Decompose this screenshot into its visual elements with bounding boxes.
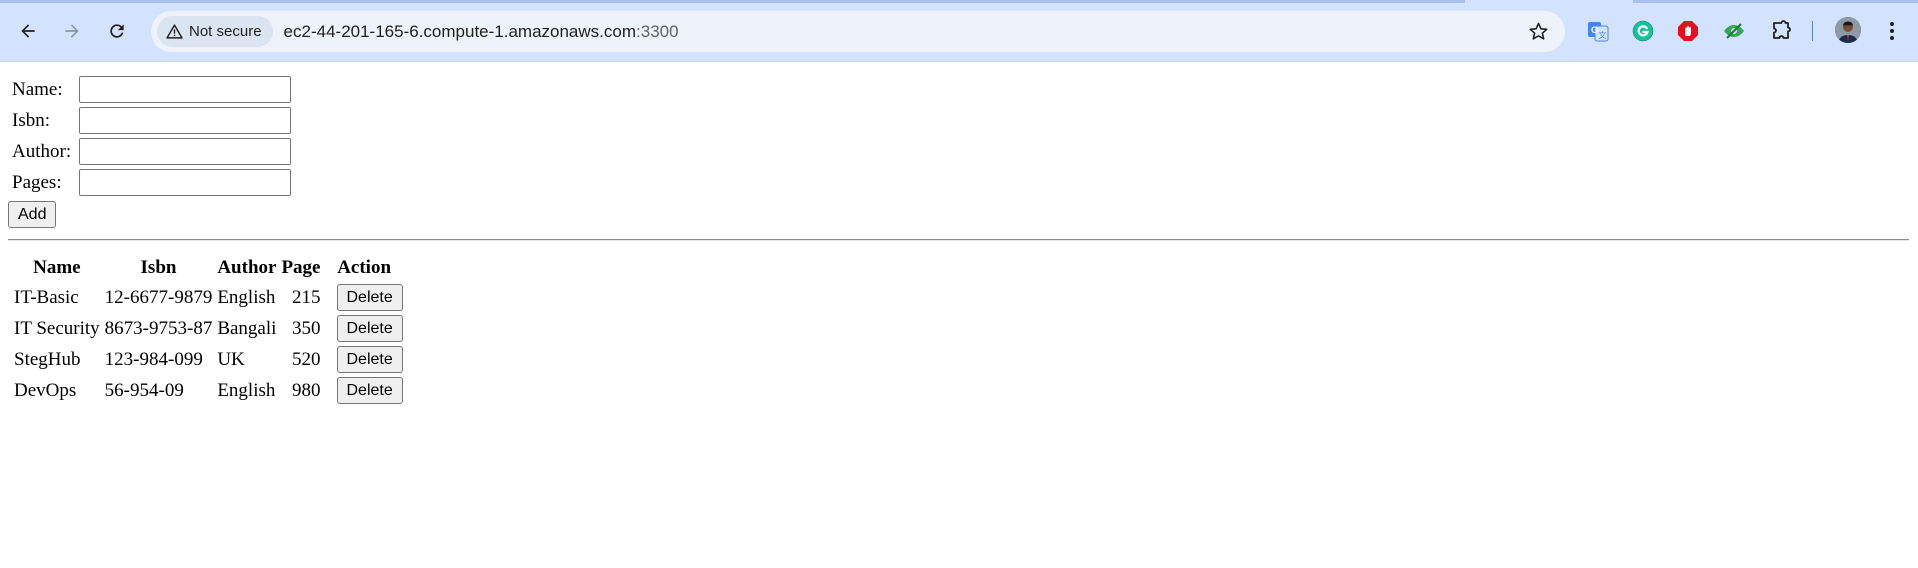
reload-icon bbox=[110, 24, 124, 38]
cell-author: English bbox=[217, 286, 276, 308]
adblock-extension[interactable] bbox=[1675, 18, 1701, 44]
address-bar[interactable]: Not secure ec2-44-201-165-6.compute-1.am… bbox=[151, 11, 1565, 52]
table-row: IT Security 8673-9753-87 Bangali 350 Del… bbox=[13, 314, 404, 343]
cell-name: DevOps bbox=[14, 379, 77, 401]
books-table: Name Isbn Author Page Action IT-Basic 12… bbox=[10, 252, 407, 407]
extensions-button[interactable] bbox=[1768, 18, 1794, 44]
inactive-tab-edge bbox=[1633, 0, 1918, 3]
add-row: Add bbox=[8, 201, 1918, 228]
column-header-action: Action bbox=[337, 256, 392, 278]
add-button[interactable]: Add bbox=[8, 201, 57, 228]
name-label: Name: bbox=[12, 78, 63, 100]
url-text[interactable]: ec2-44-201-165-6.compute-1.amazonaws.com… bbox=[284, 22, 679, 42]
url-port: :3300 bbox=[636, 21, 679, 41]
cell-pages: 980 bbox=[292, 379, 321, 401]
divider bbox=[8, 239, 1909, 241]
author-row: Author: bbox=[8, 136, 1918, 167]
pages-input[interactable] bbox=[79, 169, 291, 196]
cell-name: IT-Basic bbox=[14, 286, 79, 308]
warning-triangle-icon bbox=[166, 24, 183, 39]
table-row: StegHub 123-984-099 UK 520 Delete bbox=[13, 345, 404, 374]
name-input[interactable] bbox=[79, 76, 291, 103]
grammarly-extension[interactable] bbox=[1630, 18, 1656, 44]
active-tab-edge bbox=[0, 0, 1465, 3]
eye-extension[interactable] bbox=[1721, 18, 1747, 44]
column-header-page: Page bbox=[281, 256, 321, 278]
svg-text:文: 文 bbox=[1599, 30, 1607, 40]
url-host: ec2-44-201-165-6.compute-1.amazonaws.com bbox=[283, 21, 637, 41]
cell-pages: 215 bbox=[292, 286, 321, 308]
cell-action: Delete bbox=[325, 376, 404, 405]
bookmark-button[interactable] bbox=[1523, 16, 1553, 46]
isbn-row: Isbn: bbox=[8, 105, 1918, 136]
google-translate-extension[interactable]: G 文 bbox=[1585, 18, 1611, 44]
security-label: Not secure bbox=[189, 23, 262, 40]
add-book-form: Name: Isbn: Author: Pages: Add bbox=[8, 74, 1918, 228]
security-chip[interactable]: Not secure bbox=[157, 16, 273, 47]
cell-pages: 520 bbox=[292, 348, 321, 370]
star-icon bbox=[1528, 22, 1548, 40]
table-header-row: Name Isbn Author Page Action bbox=[13, 254, 404, 281]
column-header-isbn: Isbn bbox=[140, 256, 177, 278]
column-header-author: Author bbox=[217, 256, 277, 278]
forward-button[interactable] bbox=[56, 15, 88, 47]
delete-button[interactable]: Delete bbox=[336, 284, 403, 311]
puzzle-icon bbox=[1773, 20, 1791, 39]
cell-action: Delete bbox=[325, 314, 404, 343]
isbn-input[interactable] bbox=[79, 107, 291, 134]
cell-action: Delete bbox=[325, 345, 404, 374]
cell-name: StegHub bbox=[14, 348, 81, 370]
isbn-label: Isbn: bbox=[12, 109, 50, 131]
person-avatar-icon bbox=[1835, 17, 1861, 43]
table-row: IT-Basic 12-6677-9879 English 215 Delete bbox=[13, 283, 404, 312]
delete-button[interactable]: Delete bbox=[336, 377, 403, 404]
cell-name: IT Security bbox=[14, 317, 100, 339]
cell-pages: 350 bbox=[292, 317, 321, 339]
arrow-right-icon bbox=[65, 24, 79, 38]
page-content: Name: Isbn: Author: Pages: Add Name Isbn… bbox=[0, 62, 1918, 407]
column-header-name: Name bbox=[33, 256, 81, 278]
table-row: DevOps 56-954-09 English 980 Delete bbox=[13, 376, 404, 405]
cell-author: Bangali bbox=[217, 317, 277, 339]
cell-author: UK bbox=[217, 348, 245, 370]
delete-button[interactable]: Delete bbox=[336, 346, 403, 373]
toolbar-separator bbox=[1812, 21, 1813, 41]
pages-row: Pages: bbox=[8, 167, 1918, 198]
cell-action: Delete bbox=[325, 283, 404, 312]
cell-isbn: 8673-9753-87 bbox=[104, 317, 213, 339]
cell-isbn: 12-6677-9879 bbox=[104, 286, 213, 308]
cell-isbn: 123-984-099 bbox=[104, 348, 203, 370]
browser-menu-button[interactable] bbox=[1880, 17, 1904, 45]
adblock-icon bbox=[1678, 21, 1698, 41]
author-label: Author: bbox=[12, 140, 72, 162]
delete-button[interactable]: Delete bbox=[336, 315, 403, 342]
name-row: Name: bbox=[8, 74, 1918, 105]
svg-text:G: G bbox=[1591, 25, 1598, 35]
kebab-menu-icon bbox=[1890, 22, 1894, 40]
eye-extension-icon bbox=[1724, 23, 1744, 39]
cell-isbn: 56-954-09 bbox=[104, 379, 184, 401]
reload-button[interactable] bbox=[101, 15, 133, 47]
arrow-left-icon bbox=[21, 24, 35, 38]
back-button[interactable] bbox=[12, 15, 44, 47]
browser-toolbar: Not secure ec2-44-201-165-6.compute-1.am… bbox=[0, 0, 1918, 62]
profile-avatar[interactable] bbox=[1835, 17, 1861, 43]
cell-author: English bbox=[217, 379, 276, 401]
grammarly-icon bbox=[1632, 20, 1654, 42]
google-translate-icon: G 文 bbox=[1588, 22, 1609, 42]
pages-label: Pages: bbox=[12, 171, 62, 193]
author-input[interactable] bbox=[79, 138, 291, 165]
